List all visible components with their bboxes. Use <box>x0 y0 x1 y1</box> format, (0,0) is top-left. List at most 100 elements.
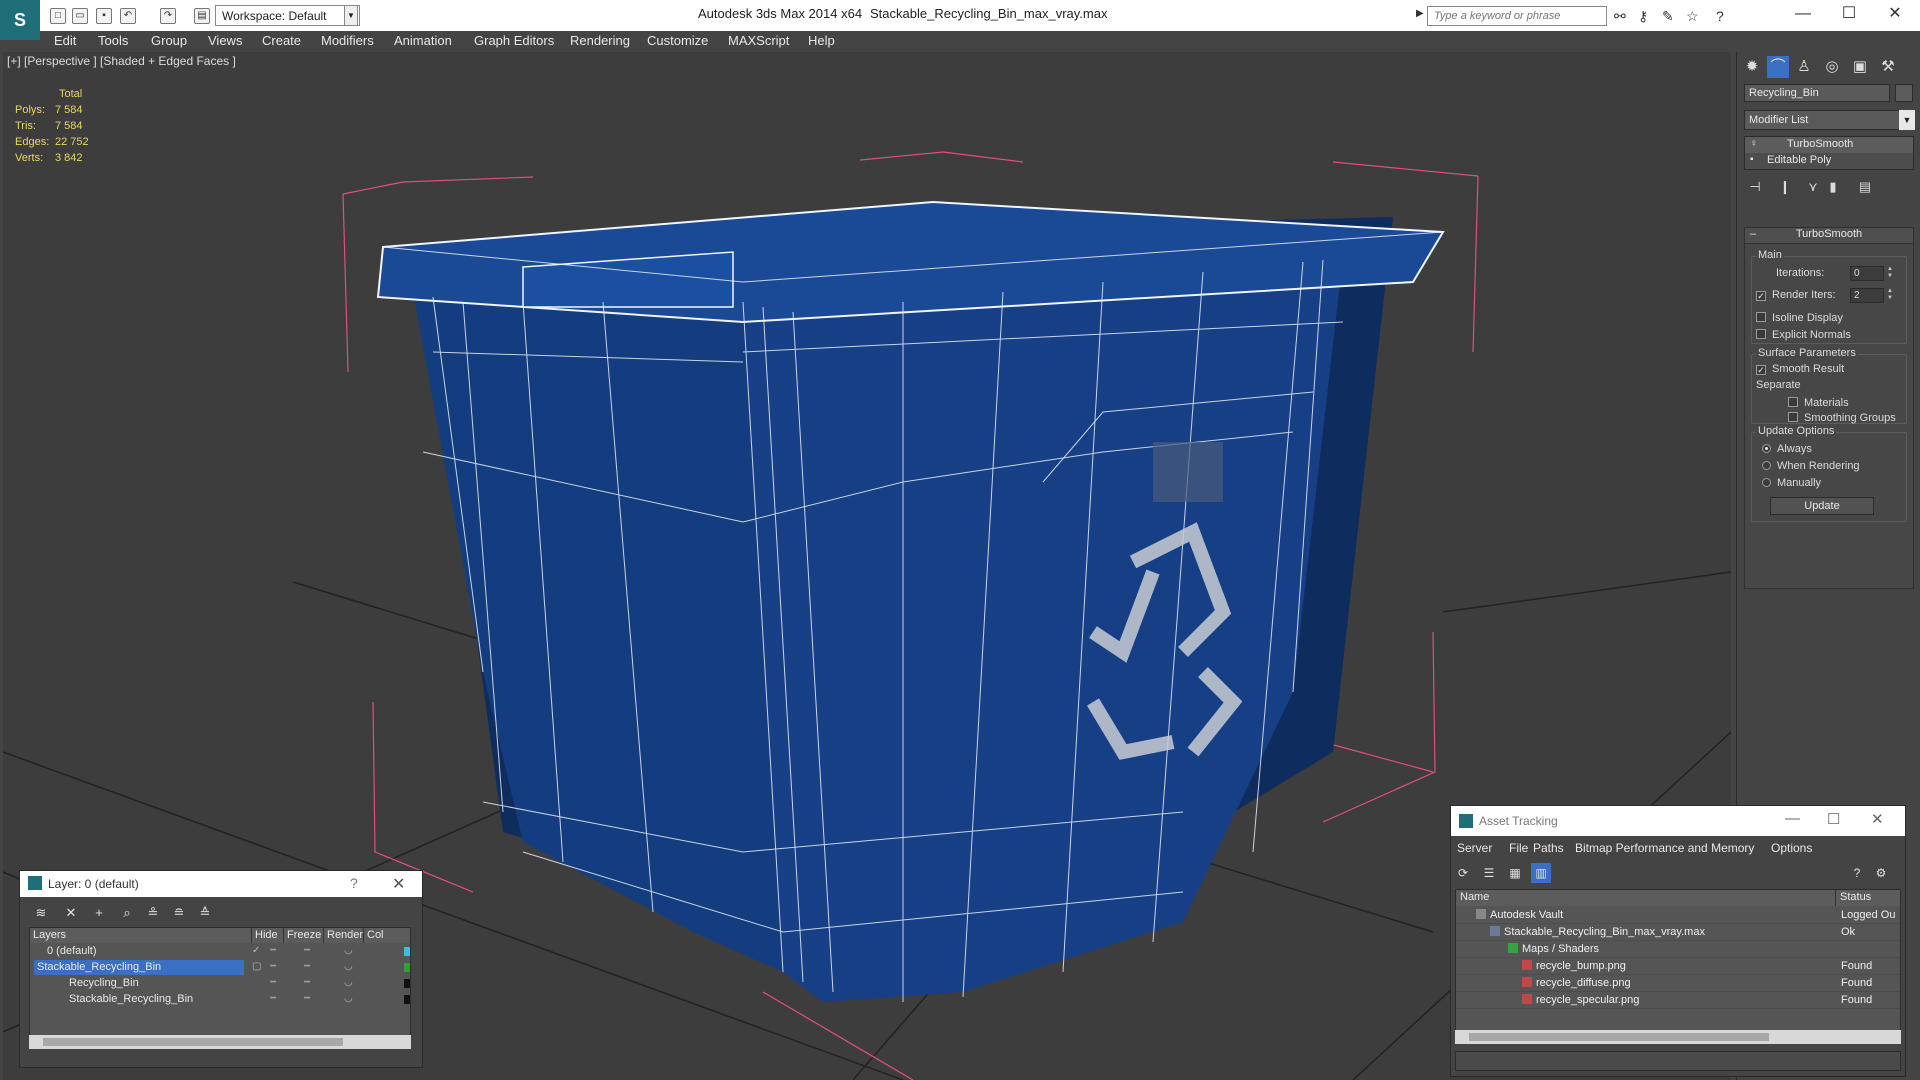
menu-customize[interactable]: Customize <box>647 33 708 48</box>
object-color-swatch[interactable] <box>1895 84 1913 102</box>
menu-bitmap-performance[interactable]: Bitmap Performance and Memory <box>1575 841 1754 855</box>
workspace-dropdown[interactable]: Workspace: Default <box>215 5 360 26</box>
menu-options[interactable]: Options <box>1771 841 1812 855</box>
always-radio[interactable]: Always <box>1762 443 1812 455</box>
render-iters-spinner[interactable]: 2 <box>1850 288 1884 303</box>
menu-create[interactable]: Create <box>262 33 301 48</box>
spinner-arrows-icon[interactable]: ▲ ▼ <box>1886 266 1894 281</box>
horizontal-scrollbar[interactable] <box>29 1035 411 1049</box>
column-header[interactable]: Col <box>364 928 410 943</box>
object-name-field[interactable]: Recycling_Bin <box>1744 84 1890 102</box>
list-view-icon[interactable]: ☰ <box>1479 863 1499 883</box>
update-button[interactable]: Update <box>1770 497 1874 515</box>
pin-stack-icon[interactable]: ⊣ <box>1744 176 1766 198</box>
select-objects-icon[interactable]: ⌕ <box>118 904 136 922</box>
layer-color-swatch[interactable] <box>404 979 410 988</box>
layer-dialog-title-bar[interactable]: Layer: 0 (default) ? ✕ <box>20 871 422 897</box>
smoothing-groups-checkbox[interactable]: Smoothing Groups <box>1788 412 1896 424</box>
expand-plus-icon[interactable]: ▪ <box>1750 154 1754 165</box>
asset-row[interactable]: Autodesk Vault Logged Ou <box>1456 907 1900 924</box>
spinner-arrows-icon[interactable]: ▲ ▼ <box>1886 288 1894 303</box>
hierarchy-tab-icon[interactable]: ♙ <box>1793 56 1815 78</box>
table-view-icon[interactable]: ▥ <box>1531 863 1551 883</box>
rollout-header[interactable]: – TurboSmooth <box>1745 228 1913 244</box>
manually-radio[interactable]: Manually <box>1762 477 1821 489</box>
display-tab-icon[interactable]: ▣ <box>1849 56 1871 78</box>
new-file-icon[interactable]: □ <box>50 8 66 24</box>
menu-maxscript[interactable]: MAXScript <box>728 33 789 48</box>
iterations-spinner[interactable]: 0 <box>1850 266 1884 281</box>
make-unique-icon[interactable]: ⋎ <box>1802 176 1824 198</box>
modifier-list-dropdown[interactable]: Modifier List <box>1744 110 1904 130</box>
asset-dialog-title-bar[interactable]: Asset Tracking — ☐ ✕ <box>1451 806 1905 836</box>
minimize-icon[interactable]: — <box>1785 810 1800 827</box>
help-search-input[interactable] <box>1427 6 1607 26</box>
remove-modifier-icon[interactable]: ▮ <box>1822 176 1844 198</box>
chevron-down-icon[interactable]: ▼ <box>1899 110 1915 130</box>
menu-file[interactable]: File <box>1509 841 1528 855</box>
asset-row[interactable]: recycle_bump.png Found <box>1456 958 1900 975</box>
modify-tab-icon[interactable]: ⌒ <box>1767 56 1789 78</box>
add-layer-icon[interactable]: + <box>90 904 108 922</box>
favorites-star-icon[interactable]: ☆ <box>1686 8 1699 25</box>
redo-icon[interactable]: ↷ <box>160 8 176 24</box>
menu-help[interactable]: Help <box>808 33 835 48</box>
select-layer-icon[interactable]: ≗ <box>144 904 162 922</box>
menu-group[interactable]: Group <box>151 33 187 48</box>
undo-icon[interactable]: ↶ <box>120 8 136 24</box>
menu-animation[interactable]: Animation <box>394 33 452 48</box>
horizontal-scrollbar[interactable] <box>1455 1030 1901 1044</box>
asset-row[interactable]: Stackable_Recycling_Bin_max_vray.max Ok <box>1456 924 1900 941</box>
close-icon[interactable]: ✕ <box>1872 2 1918 28</box>
subscription-icon[interactable]: ⚷ <box>1638 8 1648 25</box>
stack-item-editable-poly[interactable]: ▪ Editable Poly <box>1745 153 1913 169</box>
scrollbar-thumb[interactable] <box>1469 1033 1769 1041</box>
stack-item-turbosmooth[interactable]: ♀ TurboSmooth <box>1745 137 1913 153</box>
layer-color-swatch[interactable] <box>404 963 410 972</box>
menu-edit[interactable]: Edit <box>54 33 76 48</box>
maximize-icon[interactable]: ☐ <box>1827 810 1840 828</box>
column-header[interactable]: Name <box>1456 890 1836 906</box>
materials-checkbox[interactable]: Materials <box>1788 397 1849 409</box>
layer-row[interactable]: Recycling_Bin ┅ ┅ ◡ <box>30 976 410 992</box>
lightbulb-icon[interactable]: ♀ <box>1750 138 1758 149</box>
column-header[interactable]: Layers <box>30 928 252 943</box>
close-icon[interactable]: ✕ <box>392 874 405 894</box>
render-iters-checkbox[interactable]: ✓ <box>1756 291 1766 301</box>
maximize-icon[interactable]: ☐ <box>1826 2 1872 28</box>
minimize-icon[interactable]: — <box>1780 2 1826 28</box>
asset-row[interactable]: recycle_diffuse.png Found <box>1456 975 1900 992</box>
menu-graph-editors[interactable]: Graph Editors <box>474 33 554 48</box>
menu-server[interactable]: Server <box>1457 841 1492 855</box>
isoline-display-checkbox[interactable]: Isoline Display <box>1756 312 1843 324</box>
menu-paths[interactable]: Paths <box>1533 841 1564 855</box>
utilities-tab-icon[interactable]: ⚒ <box>1877 56 1899 78</box>
menu-rendering[interactable]: Rendering <box>570 33 630 48</box>
help-icon[interactable]: ? <box>350 875 358 891</box>
close-icon[interactable]: ✕ <box>1871 810 1884 828</box>
binoculars-icon[interactable]: ⚯ <box>1614 8 1626 25</box>
layer-color-swatch[interactable] <box>404 995 410 1004</box>
column-header[interactable]: Status <box>1836 890 1900 906</box>
asset-row[interactable]: recycle_specular.png Found <box>1456 992 1900 1009</box>
layer-color-swatch[interactable] <box>404 947 410 956</box>
viewport-label[interactable]: [+] [Perspective ] [Shaded + Edged Faces… <box>7 54 236 68</box>
menu-views[interactable]: Views <box>208 33 242 48</box>
show-end-result-icon[interactable]: ❙ <box>1774 176 1796 198</box>
create-tab-icon[interactable]: ✹ <box>1741 56 1763 78</box>
help-icon[interactable]: ? <box>1716 8 1724 24</box>
when-rendering-radio[interactable]: When Rendering <box>1762 460 1860 472</box>
layer-props-icon[interactable]: ≙ <box>196 904 214 922</box>
highlight-layer-icon[interactable]: ≘ <box>170 904 188 922</box>
layer-row[interactable]: 0 (default) ✓ ┅ ┅ ◡ <box>30 944 410 960</box>
open-file-icon[interactable]: ▭ <box>72 8 88 24</box>
communication-icon[interactable]: ✎ <box>1662 8 1674 25</box>
smooth-result-checkbox[interactable]: ✓ Smooth Result <box>1756 363 1844 375</box>
scrollbar-thumb[interactable] <box>43 1038 343 1046</box>
asset-row[interactable]: Maps / Shaders <box>1456 941 1900 958</box>
workspace-dropdown-arrow-icon[interactable]: ▼ <box>344 5 358 26</box>
column-header[interactable]: Freeze <box>284 928 324 943</box>
configure-sets-icon[interactable]: ▤ <box>1854 176 1876 198</box>
collapse-icon[interactable]: – <box>1750 228 1756 240</box>
layer-manager-icon[interactable]: ≋ <box>32 904 50 922</box>
